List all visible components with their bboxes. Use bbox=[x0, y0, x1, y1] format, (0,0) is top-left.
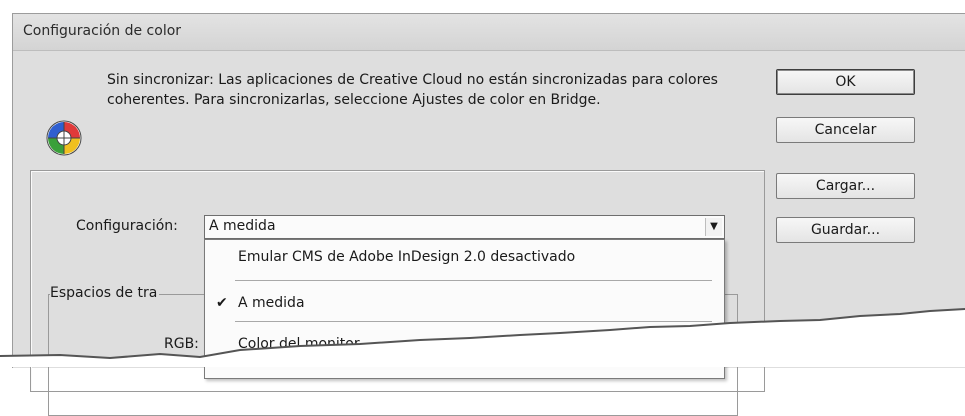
option-label: Emular CMS de Adobe InDesign 2.0 desacti… bbox=[238, 249, 576, 265]
working-spaces-label: Espacios de tra bbox=[50, 285, 160, 301]
settings-select[interactable]: A medida ▼ bbox=[204, 215, 725, 239]
menu-separator bbox=[235, 321, 712, 322]
option-label: A medida bbox=[238, 295, 305, 311]
dialog-title: Configuración de color bbox=[23, 23, 182, 39]
checkmark-icon: ✔ bbox=[216, 295, 228, 311]
option-custom[interactable]: ✔ A medida bbox=[205, 289, 724, 319]
option-monitor-color[interactable]: Color del monitor bbox=[205, 330, 724, 360]
ok-button[interactable]: OK bbox=[776, 69, 915, 95]
settings-selected-value: A medida bbox=[209, 218, 276, 234]
option-emulate-indesign[interactable]: Emular CMS de Adobe InDesign 2.0 desacti… bbox=[205, 243, 724, 273]
rgb-label: RGB: bbox=[164, 336, 199, 352]
settings-label: Configuración: bbox=[76, 218, 178, 234]
menu-separator bbox=[235, 280, 712, 281]
chevron-down-icon[interactable]: ▼ bbox=[705, 218, 722, 236]
save-button[interactable]: Guardar... bbox=[776, 217, 915, 243]
cancel-button[interactable]: Cancelar bbox=[776, 117, 915, 143]
load-button[interactable]: Cargar... bbox=[776, 173, 915, 199]
option-label: Color del monitor bbox=[238, 336, 360, 352]
sync-status-message: Sin sincronizar: Las aplicaciones de Cre… bbox=[107, 72, 718, 108]
settings-dropdown-list[interactable]: Emular CMS de Adobe InDesign 2.0 desacti… bbox=[204, 239, 725, 379]
title-bar: Configuración de color bbox=[13, 14, 965, 51]
color-wheel-icon bbox=[46, 120, 82, 156]
